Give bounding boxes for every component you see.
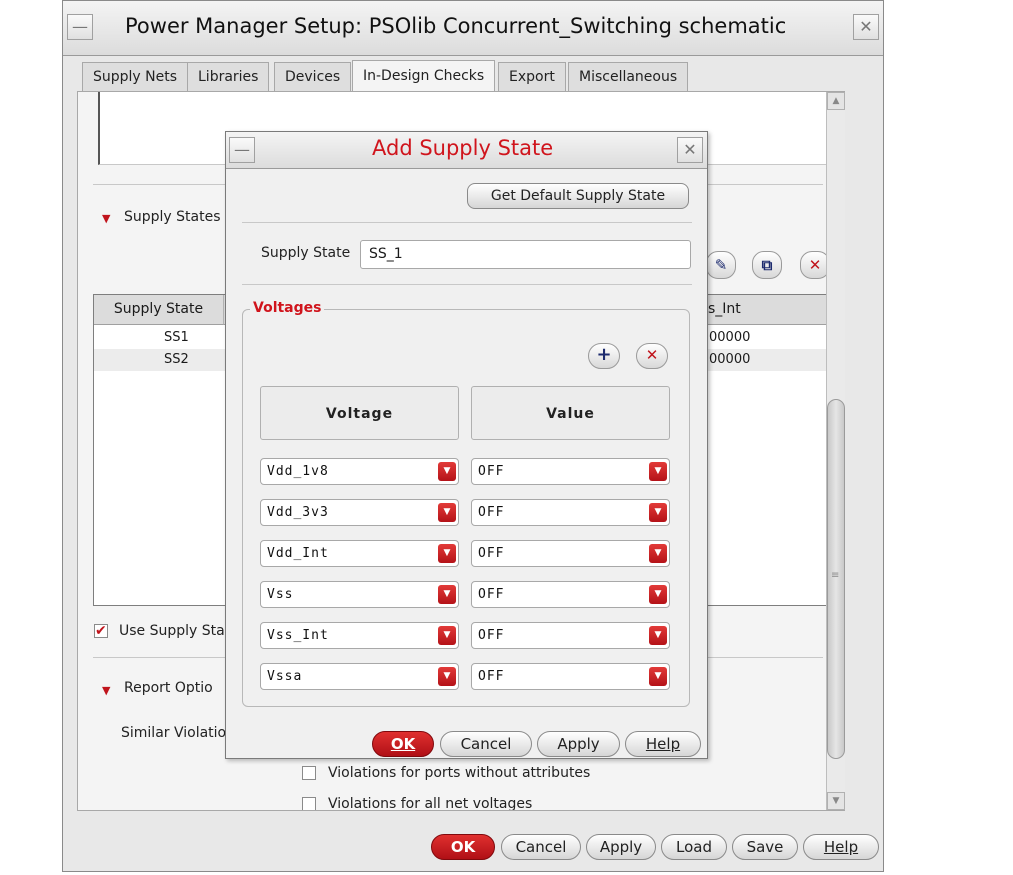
dropdown-arrow-icon[interactable]: ▼: [649, 462, 667, 481]
scroll-thumb[interactable]: ≡: [827, 399, 845, 759]
remove-voltage-icon[interactable]: ✕: [636, 343, 668, 369]
report-options-caret-icon[interactable]: ▼: [102, 684, 110, 697]
value-select[interactable]: OFF ▼: [471, 622, 670, 649]
use-supply-states-label: Use Supply Sta: [119, 623, 225, 639]
voltage-select[interactable]: Vss ▼: [260, 581, 459, 608]
supply-state-label: Supply State: [261, 245, 351, 261]
supply-states-caret-icon[interactable]: ▼: [102, 212, 110, 225]
dropdown-arrow-icon[interactable]: ▼: [438, 503, 456, 522]
voltage-select[interactable]: Vdd_1v8 ▼: [260, 458, 459, 485]
tab-devices[interactable]: Devices: [274, 62, 352, 91]
main-save-button[interactable]: Save: [732, 834, 798, 860]
value-select[interactable]: OFF ▼: [471, 540, 670, 567]
value-select[interactable]: OFF ▼: [471, 581, 670, 608]
main-apply-button[interactable]: Apply: [586, 834, 656, 860]
voltage-select-text: Vdd_1v8: [267, 464, 329, 479]
column-header-supply-state[interactable]: Supply State: [94, 295, 224, 325]
similar-violations-label: Similar Violatio: [121, 725, 227, 741]
all-net-voltages-checkbox[interactable]: [302, 797, 316, 810]
value-select-text: OFF: [478, 628, 505, 643]
minimize-icon[interactable]: —: [67, 14, 93, 40]
grip-icon: ≡: [831, 570, 840, 581]
use-supply-states-checkbox[interactable]: ✔: [94, 624, 108, 638]
value-select-text: OFF: [478, 669, 505, 684]
value-select-text: OFF: [478, 587, 505, 602]
supply-states-section-title[interactable]: Supply States: [124, 209, 221, 225]
dropdown-arrow-icon[interactable]: ▼: [649, 544, 667, 563]
voltage-select[interactable]: Vdd_Int ▼: [260, 540, 459, 567]
report-options-section-title[interactable]: Report Optio: [124, 680, 213, 696]
tab-libraries[interactable]: Libraries: [187, 62, 270, 91]
dialog-title-bar[interactable]: — Add Supply State ✕: [226, 132, 707, 169]
vertical-scrollbar[interactable]: ▲ ≡ ▼: [826, 92, 845, 810]
dropdown-arrow-icon[interactable]: ▼: [649, 585, 667, 604]
separator: [242, 222, 692, 223]
main-load-button[interactable]: Load: [661, 834, 727, 860]
value-select[interactable]: OFF ▼: [471, 499, 670, 526]
voltage-select[interactable]: Vdd_3v3 ▼: [260, 499, 459, 526]
ports-without-attributes-checkbox[interactable]: [302, 766, 316, 780]
dropdown-arrow-icon[interactable]: ▼: [649, 667, 667, 686]
main-cancel-button[interactable]: Cancel: [501, 834, 581, 860]
dialog-cancel-button[interactable]: Cancel: [440, 731, 532, 757]
tab-in-design-checks[interactable]: In-Design Checks: [352, 60, 496, 92]
value-select-text: OFF: [478, 464, 505, 479]
main-title-bar[interactable]: — Power Manager Setup: PSOlib Concurrent…: [63, 1, 883, 56]
ports-without-attributes-label: Violations for ports without attributes: [328, 765, 591, 781]
dropdown-arrow-icon[interactable]: ▼: [438, 462, 456, 481]
dialog-close-icon[interactable]: ✕: [677, 137, 703, 163]
dialog-ok-button[interactable]: OK: [372, 731, 434, 757]
tab-supply-nets[interactable]: Supply Nets: [82, 62, 189, 91]
dropdown-arrow-icon[interactable]: ▼: [438, 626, 456, 645]
dropdown-arrow-icon[interactable]: ▼: [649, 626, 667, 645]
voltages-group-label: Voltages: [250, 300, 325, 316]
add-voltage-icon[interactable]: +: [588, 343, 620, 369]
scroll-up-icon[interactable]: ▲: [827, 92, 845, 110]
table-cell-value: 00000: [709, 330, 751, 345]
clipped-row: Violations for all net voltages: [78, 788, 844, 810]
add-supply-state-dialog: — Add Supply State ✕ Get Default Supply …: [225, 131, 708, 759]
separator: [242, 284, 692, 285]
table-cell-value: 00000: [709, 352, 751, 367]
supply-state-input[interactable]: SS_1: [360, 240, 691, 269]
table-cell-state: SS1: [164, 330, 189, 345]
value-column-header: Value: [471, 386, 670, 440]
table-cell-state: SS2: [164, 352, 189, 367]
dialog-apply-button[interactable]: Apply: [537, 731, 620, 757]
all-net-voltages-label: Violations for all net voltages: [328, 796, 533, 810]
window-title: Power Manager Setup: PSOlib Concurrent_S…: [125, 14, 787, 38]
dialog-minimize-icon[interactable]: —: [229, 137, 255, 163]
get-default-supply-state-button[interactable]: Get Default Supply State: [467, 183, 689, 209]
edit-state-icon[interactable]: ✎: [706, 251, 736, 279]
voltage-column-header: Voltage: [260, 386, 459, 440]
dropdown-arrow-icon[interactable]: ▼: [649, 503, 667, 522]
voltage-select[interactable]: Vssa ▼: [260, 663, 459, 690]
copy-state-icon[interactable]: ⧉: [752, 251, 782, 279]
value-select-text: OFF: [478, 546, 505, 561]
checkmark-icon: ✔: [95, 623, 107, 639]
value-select[interactable]: OFF ▼: [471, 458, 670, 485]
value-select-text: OFF: [478, 505, 505, 520]
tab-miscellaneous[interactable]: Miscellaneous: [568, 62, 689, 91]
dialog-title: Add Supply State: [372, 136, 554, 160]
close-icon[interactable]: ✕: [853, 14, 879, 40]
dropdown-arrow-icon[interactable]: ▼: [438, 585, 456, 604]
voltage-select-text: Vss_Int: [267, 628, 329, 643]
main-help-button[interactable]: Help: [803, 834, 879, 860]
dialog-help-button[interactable]: Help: [625, 731, 701, 757]
voltage-select[interactable]: Vss_Int ▼: [260, 622, 459, 649]
voltage-select-text: Vdd_3v3: [267, 505, 329, 520]
tab-export[interactable]: Export: [498, 62, 566, 91]
voltage-select-text: Vss: [267, 587, 294, 602]
value-select[interactable]: OFF ▼: [471, 663, 670, 690]
voltage-select-text: Vdd_Int: [267, 546, 329, 561]
dropdown-arrow-icon[interactable]: ▼: [438, 544, 456, 563]
scroll-down-icon[interactable]: ▼: [827, 792, 845, 810]
dropdown-arrow-icon[interactable]: ▼: [438, 667, 456, 686]
voltage-select-text: Vssa: [267, 669, 303, 684]
main-ok-button[interactable]: OK: [431, 834, 495, 860]
